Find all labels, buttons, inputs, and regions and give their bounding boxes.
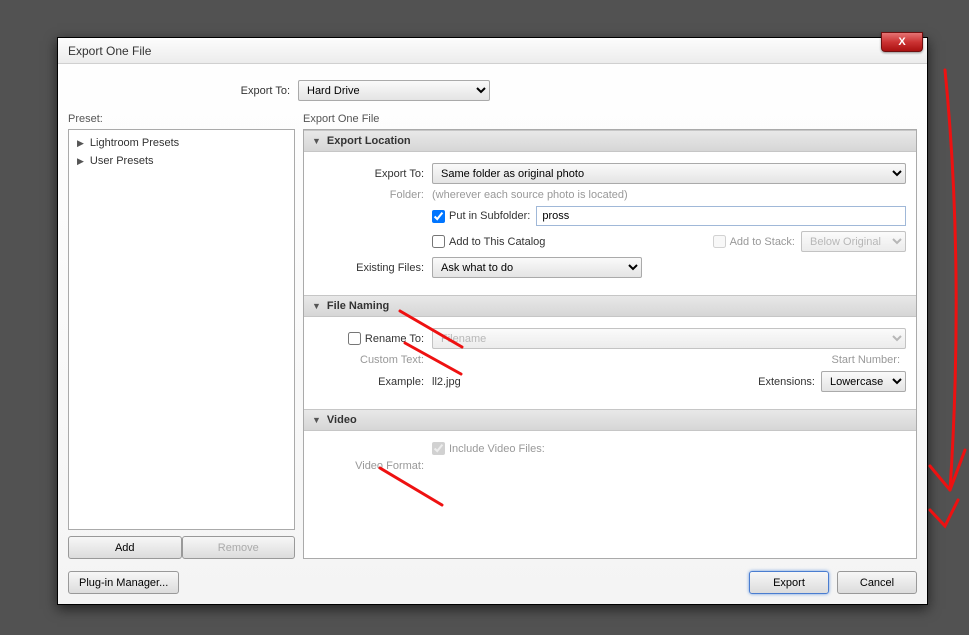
include-video-label: Include Video Files: (449, 443, 545, 455)
section-export-location-body: Export To: Same folder as original photo… (304, 152, 916, 295)
titlebar: Export One File X (58, 38, 927, 64)
export-button[interactable]: Export (749, 571, 829, 594)
close-button[interactable]: X (881, 32, 923, 52)
existing-files-label: Existing Files: (314, 262, 432, 274)
rename-template-select: Filename (432, 328, 906, 349)
export-dialog: Export One File X Export To: Hard Drive … (57, 37, 928, 605)
section-title: File Naming (327, 300, 389, 312)
extensions-select[interactable]: Lowercase (821, 371, 906, 392)
export-to-label: Export To: (314, 168, 432, 180)
section-video-header[interactable]: ▼ Video (304, 409, 916, 431)
include-video-checkbox: Include Video Files: (432, 442, 545, 455)
triangle-right-icon: ▶ (77, 156, 84, 167)
section-video-body: Include Video Files: Video Format: (304, 431, 916, 489)
folder-value: (wherever each source photo is located) (432, 189, 906, 201)
section-file-naming-body: Rename To: Filename Custom Text: (304, 317, 916, 409)
add-to-stack-label: Add to Stack: (730, 236, 795, 248)
export-to-label: Export To: (68, 85, 298, 97)
triangle-down-icon: ▼ (312, 136, 321, 146)
section-file-naming-header[interactable]: ▼ File Naming (304, 295, 916, 317)
add-to-stack-checkbox: Add to Stack: (713, 235, 795, 248)
remove-preset-button[interactable]: Remove (182, 536, 296, 559)
preset-heading: Preset: (68, 113, 295, 125)
put-in-subfolder-label: Put in Subfolder: (449, 210, 530, 222)
example-label: Example: (314, 376, 432, 388)
triangle-right-icon: ▶ (77, 138, 84, 149)
video-format-label: Video Format: (314, 460, 432, 472)
cancel-button[interactable]: Cancel (837, 571, 917, 594)
window-title: Export One File (68, 44, 151, 58)
main-heading: Export One File (303, 113, 917, 125)
add-to-catalog-label: Add to This Catalog (449, 236, 545, 248)
section-title: Video (327, 414, 357, 426)
triangle-down-icon: ▼ (312, 301, 321, 311)
settings-panel[interactable]: ▼ Export Location Export To: Same folder… (303, 129, 917, 559)
example-value: ll2.jpg (432, 376, 758, 388)
existing-files-select[interactable]: Ask what to do (432, 257, 642, 278)
rename-to-label: Rename To: (365, 333, 424, 345)
rename-to-checkbox[interactable]: Rename To: (348, 332, 424, 345)
custom-text-label: Custom Text: (314, 354, 432, 366)
preset-list[interactable]: ▶ Lightroom Presets ▶ User Presets (68, 129, 295, 530)
preset-item-label: Lightroom Presets (90, 137, 179, 149)
stack-position-select: Below Original (801, 231, 906, 252)
folder-label: Folder: (314, 189, 432, 201)
preset-item-user[interactable]: ▶ User Presets (69, 152, 294, 170)
export-to-folder-select[interactable]: Same folder as original photo (432, 163, 906, 184)
start-number-label: Start Number: (832, 354, 906, 366)
preset-item-label: User Presets (90, 155, 154, 167)
add-to-catalog-checkbox[interactable]: Add to This Catalog (432, 235, 545, 248)
put-in-subfolder-checkbox[interactable]: Put in Subfolder: (432, 210, 530, 223)
export-to-select[interactable]: Hard Drive (298, 80, 490, 101)
subfolder-input[interactable] (536, 206, 906, 226)
section-export-location-header[interactable]: ▼ Export Location (304, 130, 916, 152)
add-preset-button[interactable]: Add (68, 536, 182, 559)
preset-item-lightroom[interactable]: ▶ Lightroom Presets (69, 134, 294, 152)
section-title: Export Location (327, 135, 411, 147)
extensions-label: Extensions: (758, 376, 815, 388)
export-to-row: Export To: Hard Drive (68, 80, 917, 101)
plugin-manager-button[interactable]: Plug-in Manager... (68, 571, 179, 594)
triangle-down-icon: ▼ (312, 415, 321, 425)
dialog-footer: Plug-in Manager... Export Cancel (68, 571, 917, 594)
